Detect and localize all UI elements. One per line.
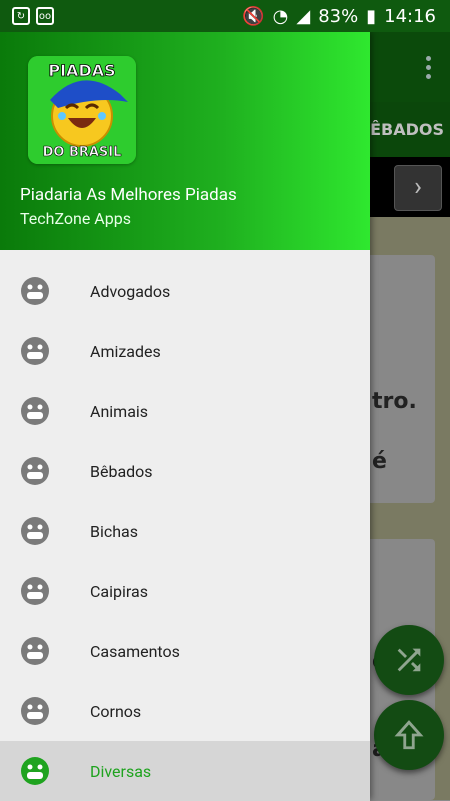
drawer-item-casamentos[interactable]: Casamentos [0, 621, 370, 681]
laughing-face-icon [21, 697, 49, 725]
navigation-drawer: PIADAS DO BRASIL Piadaria As Melhores Pi… [0, 32, 370, 801]
drawer-item-label: Animais [90, 401, 149, 421]
drawer-item-caipiras[interactable]: Caipiras [0, 561, 370, 621]
drawer-item-cornos[interactable]: Cornos [0, 681, 370, 741]
laughing-face-icon [21, 277, 49, 305]
logo-text-top: PIADAS [48, 61, 115, 80]
drawer-item-label: Diversas [90, 761, 152, 781]
drawer-item-diversas[interactable]: Diversas [0, 741, 370, 801]
drawer-item-amizades[interactable]: Amizades [0, 321, 370, 381]
laughing-face-icon [21, 457, 49, 485]
wifi-icon: ◔ [272, 5, 289, 27]
drawer-item-bebados[interactable]: Bêbados [0, 441, 370, 501]
app-logo: PIADAS DO BRASIL [28, 56, 136, 164]
laughing-face-icon [21, 637, 49, 665]
app-name: Piadaria As Melhores Piadas [20, 185, 237, 205]
laughing-face-icon [21, 517, 49, 545]
joke-text-fragment: tro. [372, 389, 417, 414]
signal-icon: ◢ [296, 5, 311, 27]
mute-icon: 🔇 [242, 5, 265, 27]
status-bar: ↻ oo 🔇 ◔ ◢ 83% ▮ 14:16 [0, 0, 450, 32]
scroll-top-button[interactable] [374, 700, 444, 770]
drawer-item-label: Bêbados [90, 461, 153, 481]
developer-name: TechZone Apps [20, 209, 131, 228]
tab-bebados[interactable]: BÊBADOS [358, 120, 444, 139]
drawer-item-label: Amizades [90, 341, 161, 361]
drawer-item-animais[interactable]: Animais [0, 381, 370, 441]
drawer-item-label: Caipiras [90, 581, 148, 601]
drawer-item-label: Casamentos [90, 641, 180, 661]
category-list: Advogados Amizades Animais Bêbados Bicha… [0, 261, 370, 801]
drawer-item-label: Cornos [90, 701, 142, 721]
battery-percent: 83% [318, 5, 359, 27]
laughing-face-icon [21, 337, 49, 365]
drawer-item-label: Bichas [90, 521, 139, 541]
overflow-menu-icon[interactable] [426, 56, 432, 79]
clock: 14:16 [384, 5, 436, 27]
arrow-up-icon [394, 720, 424, 750]
laughing-face-icon [21, 577, 49, 605]
sync-notification-icon: ↻ [12, 7, 30, 25]
shuffle-button[interactable] [374, 625, 444, 695]
logo-text-bottom: DO BRASIL [43, 145, 122, 160]
next-button[interactable]: › [394, 165, 442, 211]
drawer-header: PIADAS DO BRASIL Piadaria As Melhores Pi… [0, 32, 370, 250]
battery-icon: ▮ [366, 5, 377, 27]
drawer-item-advogados[interactable]: Advogados [0, 261, 370, 321]
laughing-face-icon [21, 757, 49, 785]
shuffle-icon [397, 648, 421, 672]
laughing-face-icon [21, 397, 49, 425]
voicemail-icon: oo [36, 7, 54, 25]
drawer-item-bichas[interactable]: Bichas [0, 501, 370, 561]
joke-text-fragment: é [372, 449, 387, 474]
drawer-item-label: Advogados [90, 281, 171, 301]
